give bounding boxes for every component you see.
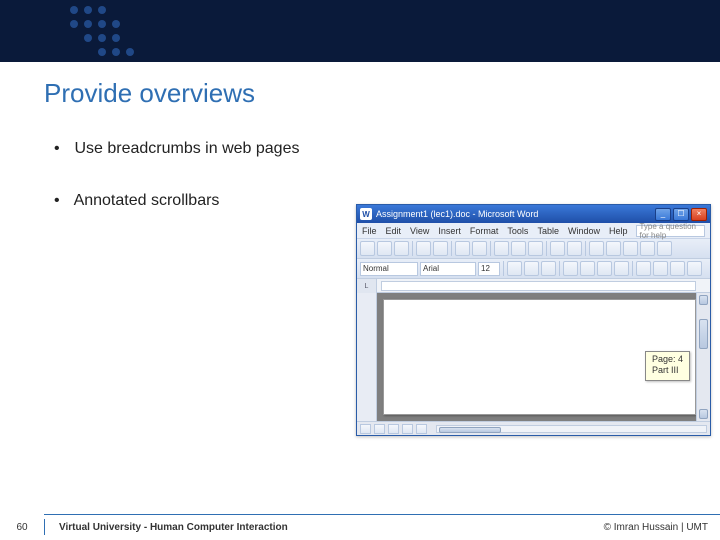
menu-tools[interactable]: Tools [507, 226, 528, 236]
tables-borders-icon[interactable] [606, 241, 621, 256]
underline-icon[interactable] [541, 261, 556, 276]
increase-indent-icon[interactable] [687, 261, 702, 276]
menu-view[interactable]: View [410, 226, 429, 236]
titlebar: W Assignment1 (lec1).doc - Microsoft Wor… [357, 205, 710, 223]
menu-insert[interactable]: Insert [438, 226, 461, 236]
numbering-icon[interactable] [636, 261, 651, 276]
view-print-icon[interactable] [388, 424, 399, 434]
bullet-item: • Annotated scrollbars [54, 192, 299, 210]
hyperlink-icon[interactable] [589, 241, 604, 256]
slide-title: Provide overviews [44, 78, 255, 109]
columns-icon[interactable] [640, 241, 655, 256]
document-area: Page: 4 Part III [357, 293, 710, 421]
spellcheck-icon[interactable] [455, 241, 470, 256]
scroll-down-icon[interactable] [699, 409, 708, 419]
italic-icon[interactable] [524, 261, 539, 276]
menu-table[interactable]: Table [537, 226, 559, 236]
slide: Provide overviews • Use breadcrumbs in w… [0, 0, 720, 540]
course-title: Virtual University - Human Computer Inte… [59, 522, 288, 533]
font-combo[interactable]: Arial [420, 262, 476, 276]
open-icon[interactable] [377, 241, 392, 256]
bullet-icon: • [54, 192, 70, 210]
bullet-text: Annotated scrollbars [74, 192, 220, 209]
standard-toolbar [357, 239, 710, 259]
formatting-toolbar: Normal Arial 12 [357, 259, 710, 279]
scroll-thumb[interactable] [699, 319, 708, 349]
footer-separator [44, 519, 45, 535]
menu-help[interactable]: Help [609, 226, 628, 236]
decrease-indent-icon[interactable] [670, 261, 685, 276]
print-preview-icon[interactable] [433, 241, 448, 256]
style-combo[interactable]: Normal [360, 262, 418, 276]
menubar: File Edit View Insert Format Tools Table… [357, 223, 710, 239]
research-icon[interactable] [472, 241, 487, 256]
top-banner [0, 0, 720, 62]
statusbar [357, 421, 710, 435]
word-app-icon: W [360, 208, 372, 220]
undo-icon[interactable] [550, 241, 565, 256]
copy-icon[interactable] [511, 241, 526, 256]
scroll-tooltip: Page: 4 Part III [645, 351, 690, 381]
menu-format[interactable]: Format [470, 226, 499, 236]
align-right-icon[interactable] [597, 261, 612, 276]
window-title: Assignment1 (lec1).doc - Microsoft Word [376, 209, 655, 219]
ruler-ticks [381, 281, 696, 291]
word-window: W Assignment1 (lec1).doc - Microsoft Wor… [356, 204, 711, 436]
close-button[interactable]: × [691, 208, 707, 221]
view-normal-icon[interactable] [360, 424, 371, 434]
minimize-button[interactable]: _ [655, 208, 671, 221]
view-reading-icon[interactable] [416, 424, 427, 434]
help-search-box[interactable]: Type a question for help [636, 225, 705, 237]
drawing-icon[interactable] [657, 241, 672, 256]
copyright: © Imran Hussain | UMT [604, 522, 708, 533]
vertical-ruler[interactable] [357, 293, 377, 421]
justify-icon[interactable] [614, 261, 629, 276]
horizontal-ruler[interactable]: L [357, 279, 710, 293]
page-number: 60 [0, 522, 44, 533]
bullet-icon: • [54, 140, 70, 158]
fontsize-combo[interactable]: 12 [478, 262, 500, 276]
bullets-icon[interactable] [653, 261, 668, 276]
menu-file[interactable]: File [362, 226, 377, 236]
insert-table-icon[interactable] [623, 241, 638, 256]
bullet-text: Use breadcrumbs in web pages [74, 140, 299, 157]
maximize-button[interactable]: ☐ [673, 208, 689, 221]
paste-icon[interactable] [528, 241, 543, 256]
bold-icon[interactable] [507, 261, 522, 276]
footer-divider [44, 514, 720, 515]
menu-window[interactable]: Window [568, 226, 600, 236]
new-doc-icon[interactable] [360, 241, 375, 256]
save-icon[interactable] [394, 241, 409, 256]
bullet-item: • Use breadcrumbs in web pages [54, 140, 299, 158]
redo-icon[interactable] [567, 241, 582, 256]
dot-pattern [68, 4, 178, 58]
slide-footer: 60 Virtual University - Human Computer I… [0, 514, 720, 540]
tooltip-section: Part III [652, 365, 683, 376]
horizontal-scrollbar[interactable] [436, 425, 707, 433]
view-outline-icon[interactable] [402, 424, 413, 434]
tooltip-page: Page: 4 [652, 354, 683, 365]
tab-selector[interactable]: L [357, 279, 377, 293]
menu-edit[interactable]: Edit [386, 226, 402, 236]
slide-content: • Use breadcrumbs in web pages • Annotat… [54, 140, 299, 244]
align-center-icon[interactable] [580, 261, 595, 276]
align-left-icon[interactable] [563, 261, 578, 276]
cut-icon[interactable] [494, 241, 509, 256]
view-web-icon[interactable] [374, 424, 385, 434]
print-icon[interactable] [416, 241, 431, 256]
scroll-up-icon[interactable] [699, 295, 708, 305]
vertical-scrollbar[interactable] [696, 293, 710, 421]
